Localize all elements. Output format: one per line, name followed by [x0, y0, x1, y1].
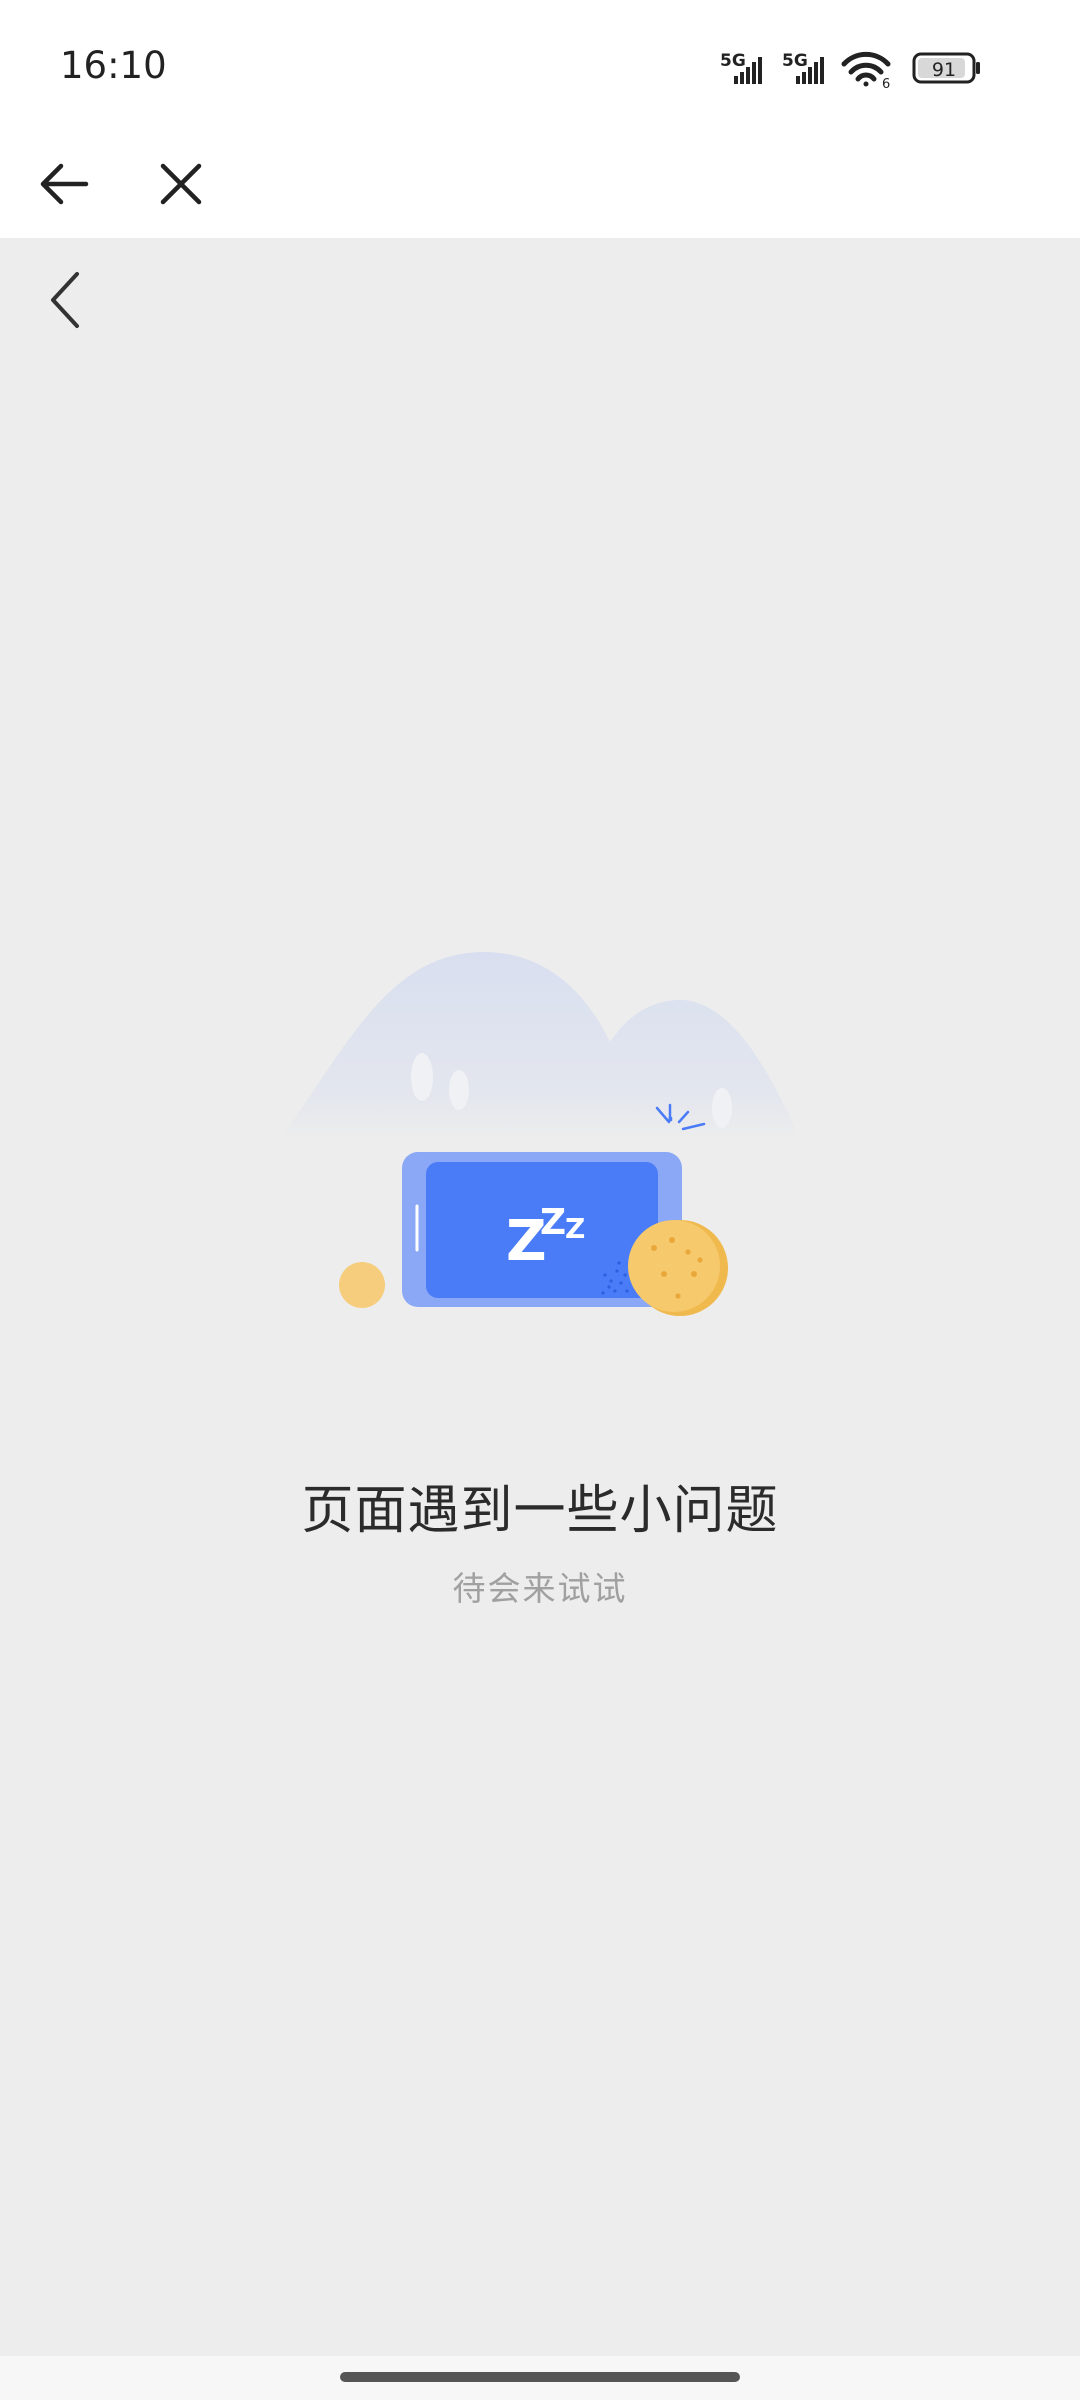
- error-illustration: Z Z Z: [280, 951, 800, 1316]
- back-button[interactable]: [24, 144, 104, 224]
- battery-icon: 91: [912, 52, 980, 84]
- error-subtitle: 待会来试试: [452, 1569, 628, 1608]
- big-coin: [628, 1220, 720, 1312]
- small-coin: [339, 1262, 385, 1308]
- status-icons: 5G 5G 6 91: [720, 51, 980, 90]
- wifi-icon: 6: [841, 51, 891, 90]
- status-time: 16:10: [60, 44, 167, 87]
- close-icon: [160, 163, 202, 205]
- sleep-z-medium: Z: [540, 1202, 566, 1243]
- arrow-left-icon: [40, 163, 89, 205]
- page-back-button[interactable]: [30, 260, 100, 340]
- battery-level: 91: [932, 59, 956, 81]
- home-indicator[interactable]: [340, 2372, 740, 2382]
- signal-2-label: 5G: [782, 51, 808, 71]
- signal-1-icon: 5G: [720, 51, 762, 84]
- signal-2-icon: 5G: [782, 51, 824, 84]
- sleep-z-small: Z: [565, 1212, 585, 1245]
- close-button[interactable]: [141, 144, 221, 224]
- tree-shape: [449, 1070, 469, 1110]
- chevron-left-icon: [51, 272, 79, 328]
- nav-bar: [0, 130, 1080, 238]
- status-bar: 16:10 5G 5G 6 91: [0, 0, 1080, 130]
- tree-shape: [411, 1053, 433, 1101]
- tree-shape: [712, 1088, 732, 1128]
- error-title: 页面遇到一些小问题: [301, 1481, 779, 1541]
- signal-1-label: 5G: [720, 51, 746, 71]
- wifi-label: 6: [882, 77, 890, 90]
